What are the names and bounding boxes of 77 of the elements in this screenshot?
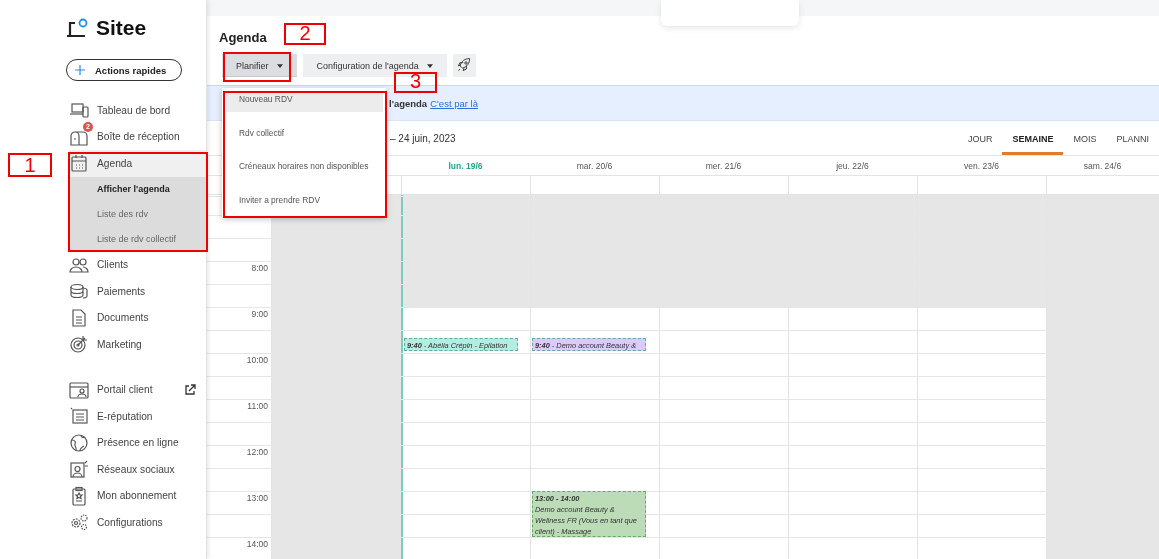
nav-label: Documents — [97, 312, 149, 324]
submenu-item[interactable]: Liste de rdv collectif — [71, 226, 203, 252]
submenu-item[interactable]: Liste des rdv — [71, 201, 203, 227]
nav-item[interactable]: Tableau de bord — [69, 97, 206, 124]
day-header: sam. 24/6 — [1083, 160, 1122, 171]
nav-label: Tableau de bord — [97, 104, 171, 116]
day-header: ven. 23/6 — [964, 160, 999, 171]
annotation-number: 3 — [394, 72, 437, 93]
nav-label: Portail client — [97, 384, 153, 396]
nav-label: E-réputation — [97, 410, 153, 422]
menu-item[interactable]: Inviter a prendre RDV — [226, 191, 383, 211]
laptop-icon — [69, 100, 89, 121]
globe-icon — [69, 432, 89, 453]
view-tab[interactable]: PLANNI — [1106, 121, 1159, 155]
caret-icon — [276, 63, 283, 68]
nav-label: Configurations — [97, 516, 163, 528]
caret-icon — [426, 63, 433, 68]
annotation-frame — [223, 52, 291, 82]
nav-item[interactable]: Mon abonnement — [69, 482, 206, 509]
nav-label: Marketing — [97, 338, 142, 350]
time-label: 13:00 — [246, 493, 268, 503]
menu-item[interactable]: Créneaux horaires non disponibles — [226, 158, 383, 192]
nav-item[interactable]: Documents — [69, 304, 206, 331]
view-tab[interactable]: MOIS — [1063, 121, 1107, 155]
date-range: – 24 juin, 2023 — [390, 132, 456, 144]
nav-label: Mon abonnement — [97, 490, 177, 502]
quick-actions-button[interactable]: Actions rapides — [66, 59, 182, 81]
banner-link[interactable]: C'est par là — [430, 97, 478, 109]
day-header: jeu. 22/6 — [836, 160, 869, 171]
nav-item[interactable]: Réseaux sociaux — [69, 456, 206, 483]
nav-item[interactable]: Marketing — [69, 331, 206, 358]
nav-label: Agenda — [97, 157, 133, 169]
plus-icon — [75, 65, 85, 75]
day-header: mer. 21/6 — [705, 160, 742, 171]
calendar-icon — [69, 153, 89, 174]
nav-label: Présence en ligne — [97, 437, 179, 449]
annotation-number: 2 — [284, 23, 326, 45]
day-header: mar. 20/6 — [576, 160, 613, 171]
list-icon — [69, 406, 89, 427]
portrait-icon — [69, 459, 89, 480]
time-label: 14:00 — [246, 539, 268, 549]
nav-label: Boîte de réception — [97, 131, 180, 143]
coins-icon — [69, 281, 89, 302]
nav-label: Clients — [97, 259, 129, 271]
time-label: 10:00 — [246, 355, 268, 365]
target-icon — [69, 334, 89, 355]
view-tab[interactable]: JOUR — [957, 121, 1003, 155]
menu-item[interactable]: Rdv collectif — [226, 124, 383, 158]
day-header: lun. 19/6 — [448, 160, 483, 171]
nav-item[interactable]: Paiements — [69, 278, 206, 305]
document-icon — [69, 307, 89, 328]
nav-item[interactable]: Agenda — [69, 150, 206, 177]
nav-item[interactable]: Portail client — [69, 376, 206, 403]
nav-item[interactable]: E-réputation — [69, 403, 206, 430]
view-tab[interactable]: SEMAINE — [1002, 121, 1064, 155]
rocket-icon — [456, 57, 473, 73]
gears-icon — [69, 512, 89, 533]
page-title: Agenda — [219, 30, 267, 45]
time-label: 11:00 — [247, 401, 268, 411]
menu-item[interactable]: Nouveau RDV — [226, 91, 383, 112]
external-link-icon[interactable] — [184, 383, 196, 396]
nav-item[interactable]: Clients — [69, 251, 206, 278]
time-label: 12:00 — [246, 447, 268, 457]
clipboard-icon — [69, 485, 89, 506]
window-user-icon — [69, 379, 89, 400]
nav-item[interactable]: Configurations — [69, 509, 206, 536]
banner-text: l'agenda — [389, 97, 428, 109]
time-label: 9:00 — [251, 309, 268, 319]
nav-item[interactable]: Présence en ligne — [69, 429, 206, 456]
nav-label: Réseaux sociaux — [97, 463, 175, 475]
time-label: 8:00 — [251, 263, 268, 273]
nav-label: Paiements — [97, 285, 146, 297]
annotation-number: 1 — [8, 153, 52, 177]
submenu-item[interactable]: Afficher l'agenda — [71, 176, 203, 202]
rocket-button[interactable] — [452, 54, 476, 77]
dropdown-button[interactable]: Planifier — [222, 54, 297, 77]
logo-text: Sitee — [96, 16, 147, 40]
